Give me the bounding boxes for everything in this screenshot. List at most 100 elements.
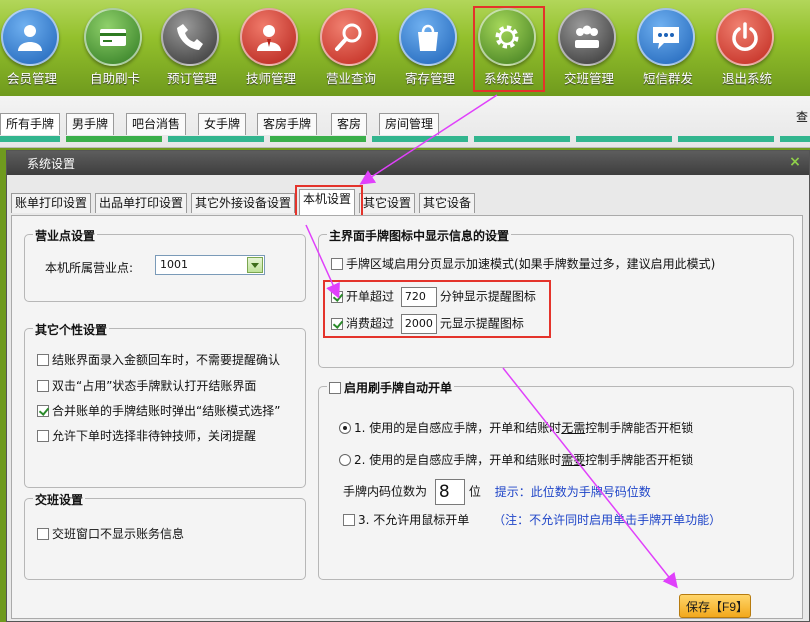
checkbox[interactable] xyxy=(37,354,49,366)
settings-highlight-box xyxy=(473,6,545,92)
option-label: 控制手牌能否开柜锁 xyxy=(585,421,694,435)
auto-open-toggle[interactable]: 启用刷手牌自动开单 xyxy=(327,379,455,396)
toolbar-storage-button[interactable]: 寄存管理 xyxy=(391,0,469,92)
tab-female-tables[interactable]: 女手牌 xyxy=(198,113,247,135)
auto-open-option-1[interactable]: 1. 使用的是自感应手牌，开单和结账时无需控制手牌能否开柜锁 xyxy=(339,419,693,436)
technician-icon xyxy=(240,8,298,66)
toolbar-booking-button[interactable]: 预订管理 xyxy=(153,0,231,92)
shift-option[interactable]: 交班窗口不显示账务信息 xyxy=(37,525,184,542)
paging-option[interactable]: 手牌区域启用分页显示加速模式(如果手牌数量过多，建议启用此模式) xyxy=(331,255,715,272)
message-icon xyxy=(637,8,695,66)
option-label: 3. 不允许用鼠标开单 xyxy=(358,513,470,527)
toolbar-sms-button[interactable]: 短信群发 xyxy=(629,0,707,92)
digits-input[interactable]: 8 xyxy=(434,479,465,505)
tab-room-tables[interactable]: 客房手牌 xyxy=(257,113,318,135)
tab-other-settings[interactable]: 其它设置 xyxy=(359,193,416,213)
main-toolbar: 会员管理 自助刷卡 预订管理 技师管理 营业查询 寄存管理 系统设置 交班管理 … xyxy=(0,0,810,96)
option-label: 结账界面录入金额回车时，不需要提醒确认 xyxy=(52,353,281,367)
reminder-highlight-box xyxy=(323,280,551,338)
personal-option[interactable]: 合并账单的手牌结账时弹出“结账模式选择” xyxy=(37,402,280,419)
dialog-titlebar[interactable]: 系统设置 × xyxy=(7,151,809,175)
toolbar-label: 营业查询 xyxy=(325,71,376,86)
group-title: 主界面手牌图标中显示信息的设置 xyxy=(327,227,512,244)
toolbar-label: 退出系统 xyxy=(721,71,772,86)
auto-open-option-2[interactable]: 2. 使用的是自感应手牌，开单和结账时需要控制手牌能否开柜锁 xyxy=(339,451,693,468)
sales-point-select[interactable]: 1001 xyxy=(155,255,265,275)
toolbar-member-button[interactable]: 会员管理 xyxy=(0,0,71,92)
sales-point-group: 营业点设置 本机所属营业点: 1001 xyxy=(24,227,306,302)
option-label: 交班窗口不显示账务信息 xyxy=(52,527,185,541)
shift-settings-group: 交班设置 交班窗口不显示账务信息 xyxy=(24,491,306,580)
toolbar-label: 技师管理 xyxy=(245,71,296,86)
digits-unit: 位 xyxy=(468,484,481,499)
save-button[interactable]: 保存【F9】 xyxy=(679,594,751,618)
tab-male-tables[interactable]: 男手牌 xyxy=(66,113,115,135)
sales-point-label: 本机所属营业点: xyxy=(45,261,134,275)
tab-external-devices[interactable]: 其它外接设备设置 xyxy=(191,193,296,213)
digits-hint: 提示：此位数为手牌号码位数 xyxy=(494,484,651,499)
checkbox[interactable] xyxy=(37,528,49,540)
option-label: 允许下单时选择非待钟技师，关闭提醒 xyxy=(52,429,257,443)
tab-other-devices[interactable]: 其它设备 xyxy=(419,193,476,213)
checkbox[interactable] xyxy=(37,405,49,417)
toolbar-label: 会员管理 xyxy=(6,71,57,86)
option-label: 双击“占用”状态手牌默认打开结账界面 xyxy=(52,379,257,393)
tab-all-tables[interactable]: 所有手牌 xyxy=(0,113,61,135)
toolbar-technician-button[interactable]: 技师管理 xyxy=(232,0,310,92)
search-icon xyxy=(320,8,378,66)
system-settings-dialog: 系统设置 × 账单打印设置 出品单打印设置 其它外接设备设置 本机设置 其它设置… xyxy=(6,150,810,622)
group-title: 其它个性设置 xyxy=(33,321,110,338)
toolbar-shift-button[interactable]: 交班管理 xyxy=(550,0,628,92)
personal-settings-group: 其它个性设置 结账界面录入金额回车时，不需要提醒确认 双击“占用”状态手牌默认打… xyxy=(24,321,306,488)
tab-order-print[interactable]: 出品单打印设置 xyxy=(95,193,188,213)
power-icon xyxy=(716,8,774,66)
checkbox[interactable] xyxy=(329,382,341,394)
checkbox[interactable] xyxy=(343,514,355,526)
emphasis-label: 无需 xyxy=(561,421,586,435)
phone-icon xyxy=(161,8,219,66)
group-icon xyxy=(558,8,616,66)
tab-bar-sales[interactable]: 吧台消售 xyxy=(126,113,187,135)
auto-open-group: 启用刷手牌自动开单 1. 使用的是自感应手牌，开单和结账时无需控制手牌能否开柜锁… xyxy=(318,379,794,580)
toolbar-exit-button[interactable]: 退出系统 xyxy=(708,0,786,92)
close-icon[interactable]: × xyxy=(787,154,803,170)
mouse-open-option[interactable]: 3. 不允许用鼠标开单 （注：不允许同时启用单击手牌开单功能） xyxy=(343,511,721,528)
card-icon xyxy=(84,8,142,66)
clipped-label: 查 xyxy=(795,110,808,124)
toolbar-label: 寄存管理 xyxy=(404,71,455,86)
group-title: 营业点设置 xyxy=(33,227,98,244)
option-label: 合并账单的手牌结账时弹出“结账模式选择” xyxy=(52,404,281,418)
tab-room-management[interactable]: 房间管理 xyxy=(379,113,440,135)
emphasis-label: 需要 xyxy=(561,453,586,467)
radio-button[interactable] xyxy=(339,454,351,466)
personal-option[interactable]: 允许下单时选择非待钟技师，关闭提醒 xyxy=(37,427,256,444)
option-label: 手牌区域启用分页显示加速模式(如果手牌数量过多，建议启用此模式) xyxy=(346,257,716,271)
sales-point-value: 1001 xyxy=(160,258,188,271)
digits-label: 手牌内码位数为 xyxy=(343,484,428,499)
local-settings-panel: 营业点设置 本机所属营业点: 1001 其它个性设置 结账界面录入金额回车时，不… xyxy=(11,215,803,619)
toolbar-label: 交班管理 xyxy=(563,71,614,86)
toolbar-label: 短信群发 xyxy=(642,71,693,86)
main-display-group: 主界面手牌图标中显示信息的设置 手牌区域启用分页显示加速模式(如果手牌数量过多，… xyxy=(318,227,794,368)
dialog-title: 系统设置 xyxy=(27,157,76,171)
option-label: 1. 使用的是自感应手牌，开单和结账时 xyxy=(354,421,562,435)
checkbox[interactable] xyxy=(37,380,49,392)
personal-option[interactable]: 双击“占用”状态手牌默认打开结账界面 xyxy=(37,377,256,394)
chevron-down-icon[interactable] xyxy=(247,257,263,273)
mouse-note: （注：不允许同时启用单击手牌开单功能） xyxy=(493,513,722,527)
digits-row: 手牌内码位数为 8位 提示：此位数为手牌号码位数 xyxy=(343,479,651,505)
checkbox[interactable] xyxy=(331,258,343,270)
table-status-strip xyxy=(0,136,810,142)
option-label: 2. 使用的是自感应手牌，开单和结账时 xyxy=(354,453,562,467)
member-icon xyxy=(1,8,59,66)
tab-rooms[interactable]: 客房 xyxy=(331,113,368,135)
group-title: 启用刷手牌自动开单 xyxy=(344,381,453,395)
radio-button[interactable] xyxy=(339,422,351,434)
tab-bill-print[interactable]: 账单打印设置 xyxy=(11,193,92,213)
toolbar-self-card-button[interactable]: 自助刷卡 xyxy=(76,0,154,92)
checkbox[interactable] xyxy=(37,430,49,442)
bag-icon xyxy=(399,8,457,66)
toolbar-label: 自助刷卡 xyxy=(89,71,140,86)
toolbar-query-button[interactable]: 营业查询 xyxy=(312,0,390,92)
personal-option[interactable]: 结账界面录入金额回车时，不需要提醒确认 xyxy=(37,351,280,368)
